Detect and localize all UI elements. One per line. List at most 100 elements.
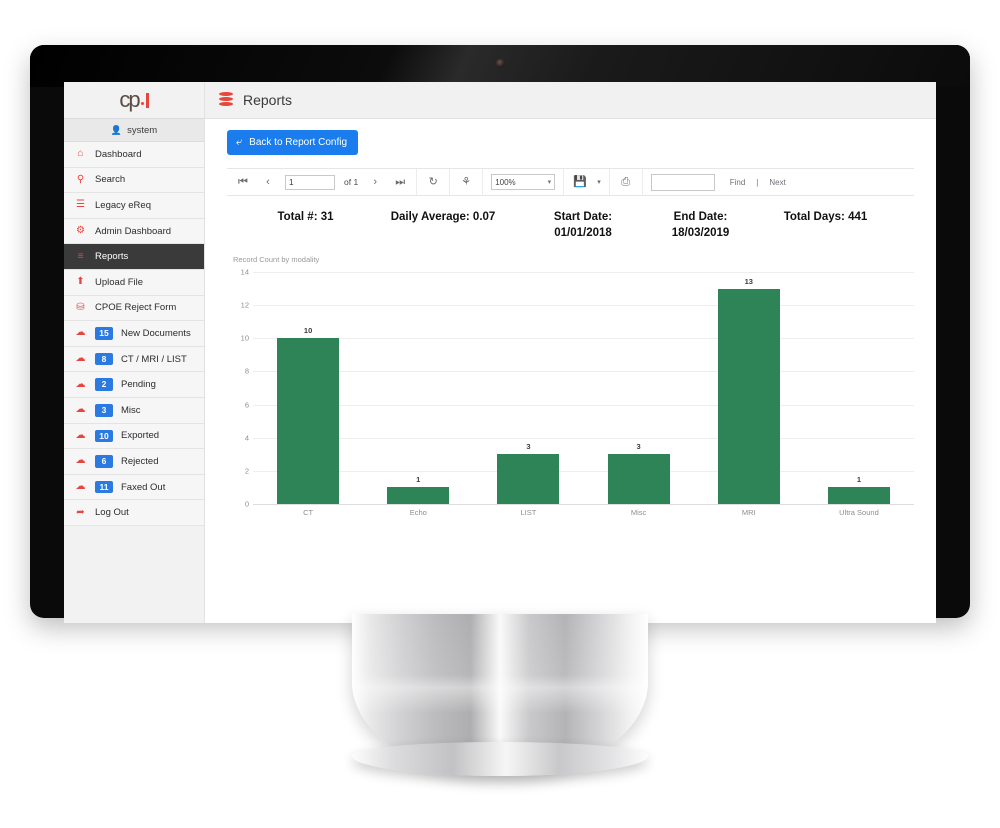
first-page-icon[interactable]: ⏮ [235, 174, 251, 190]
monitor-frame: cp 👤 system ⌂ Dashboard ⚲ Search ☰ Legacy eRe… [30, 45, 970, 623]
sidebar-item-reports[interactable]: ≡ Reports [64, 244, 204, 270]
sidebar-item-ct-mri-list[interactable]: ☁ 8 CT / MRI / LIST [64, 346, 204, 373]
scene: cp 👤 system ⌂ Dashboard ⚲ Search ☰ Legacy eRe… [0, 0, 1000, 828]
sidebar-item-dashboard[interactable]: ⌂ Dashboard [64, 142, 204, 168]
sidebar-user-label: system [127, 124, 158, 136]
find-separator: | [756, 177, 759, 187]
find-next-link[interactable]: Next [769, 178, 785, 187]
cogs-icon: ⚙ [76, 225, 85, 237]
stat-daily-average-label: Daily Average: 0.07 [390, 211, 496, 223]
sidebar-item-rejected[interactable]: ☁ 6 Rejected [64, 449, 204, 475]
chart-bar-value-label: 13 [744, 276, 753, 286]
sidebar-item-misc[interactable]: ☁ 3 Misc [64, 397, 204, 424]
chart-y-tick-label: 14 [240, 267, 249, 277]
app-logo[interactable]: cp [64, 82, 204, 118]
upload-file-icon: ⬆ [76, 276, 85, 288]
sidebar-item-pending[interactable]: ☁ 2 Pending [64, 372, 204, 398]
monitor-screen: cp 👤 system ⌂ Dashboard ⚲ Search ☰ Legacy eRe… [64, 82, 936, 623]
chart-x-tick-label: MRI [741, 508, 756, 518]
inbox-icon: ☁ [75, 455, 86, 467]
chart-x-tick-label: Echo [409, 508, 427, 518]
stat-end-date: End Date: 18/03/2019 [641, 210, 761, 241]
chart-bar[interactable] [607, 454, 670, 505]
chart-y-tick-label: 8 [244, 366, 249, 376]
chart-bars: 10 1 3 3 13 1 [253, 272, 914, 505]
chart-bar[interactable] [387, 487, 450, 505]
report-viewer-toolbar: ⏮ ‹ of 1 › ⏭ ↻ ⚘ [227, 168, 914, 196]
sidebar-item-search[interactable]: ⚲ Search [64, 167, 204, 194]
sidebar-item-exported[interactable]: ☁ 10 Exported [64, 423, 204, 450]
chart-bar[interactable] [277, 338, 340, 505]
chart-x-axis: CT Echo LIST Misc MRI Ultra Sound [253, 508, 914, 517]
sidebar-item-admin-dashboard[interactable]: ⚙ Admin Dashboard [64, 218, 204, 245]
sidebar: cp 👤 system ⌂ Dashboard ⚲ Search ☰ Legacy eRe… [64, 82, 205, 623]
back-to-report-config-button[interactable]: ⤷ Back to Report Config [227, 130, 358, 155]
stat-start-date-label: Start Date: [553, 211, 613, 223]
chart-bar-group: 3 [473, 272, 583, 505]
logo-bar-icon [145, 92, 149, 108]
prev-page-icon[interactable]: ‹ [260, 174, 276, 190]
zoom-select[interactable]: 100% ▾ [491, 174, 556, 190]
sidebar-item-faxed-out[interactable]: ☁ 11 Faxed Out [64, 474, 204, 501]
stat-total-days: Total Days: 441 [761, 210, 891, 226]
logout-icon: ➦ [76, 506, 85, 518]
user-icon: 👤 [110, 124, 123, 135]
chart-plot-area: 0 2 4 6 8 10 12 14 10 1 3 3 13 1 CT Echo LIST Misc MRI Ul… [227, 268, 914, 520]
stat-start-date: Start Date: 01/01/2018 [526, 210, 641, 241]
home-icon: ⌂ [77, 148, 84, 160]
sidebar-user-row[interactable]: 👤 system [64, 118, 204, 142]
print-icon[interactable]: ⎙ [618, 174, 634, 190]
sidebar-item-label: Pending [121, 379, 156, 391]
sidebar-item-new-documents[interactable]: ☁ 15 New Documents [64, 321, 204, 347]
sidebar-item-cpoe-reject-form[interactable]: ⛁ CPOE Reject Form [64, 295, 204, 322]
stat-total-count: Total #: 31 [251, 210, 361, 226]
page-title: Reports [243, 92, 293, 108]
next-page-icon[interactable]: › [367, 174, 383, 190]
chart-bar-group: 1 [804, 272, 914, 505]
chart-y-axis: 0 2 4 6 8 10 12 14 [227, 268, 249, 509]
chart-bar[interactable] [827, 487, 890, 505]
stat-end-date-value: 18/03/2019 [671, 226, 730, 239]
chart-x-tick-label: CT [303, 508, 314, 518]
last-page-icon[interactable]: ⏭ [392, 174, 408, 190]
record-count-bar-chart: Record Count by modality 0 2 4 6 8 10 12 14 10 1… [227, 255, 914, 540]
sidebar-nav: ⌂ Dashboard ⚲ Search ☰ Legacy eReq ⚙ Admin Dash… [64, 142, 204, 526]
page-number-input[interactable] [285, 174, 335, 190]
find-link[interactable]: Find [730, 178, 746, 187]
form-icon: ⛁ [76, 301, 85, 313]
sidebar-item-badge: 11 [95, 480, 113, 494]
chart-bar[interactable] [497, 454, 560, 505]
sidebar-item-label: CT / MRI / LIST [121, 353, 187, 365]
chart-bar-value-label: 1 [856, 475, 862, 485]
stat-end-date-label: End Date: [673, 211, 728, 223]
sidebar-item-label: CPOE Reject Form [95, 302, 177, 314]
chart-bar-group: 10 [253, 272, 363, 505]
sidebar-item-badge: 10 [95, 429, 113, 443]
pagination-group: ⏮ ‹ of 1 › ⏭ [227, 169, 418, 195]
save-disk-icon[interactable]: 💾 [572, 174, 588, 190]
logo-mark: cp [119, 87, 149, 112]
content-area: ⤷ Back to Report Config ⏮ ‹ of 1 › [205, 119, 936, 623]
main-area: Reports ⤷ Back to Report Config ⏮ ‹ 1 of… [205, 82, 936, 623]
chart-y-tick-label: 4 [244, 433, 249, 443]
logo-text: cp [119, 87, 140, 112]
back-to-parent-icon[interactable]: ⚘ [458, 174, 474, 190]
chevron-down-icon[interactable]: ▾ [597, 178, 601, 186]
chart-bar[interactable] [717, 288, 780, 505]
sidebar-item-label: Misc [121, 404, 141, 416]
refresh-icon[interactable]: ↻ [425, 174, 441, 190]
sidebar-item-legacy-ereq[interactable]: ☰ Legacy eReq [64, 193, 204, 219]
zoom-value: 100% [495, 177, 516, 187]
sidebar-item-upload-file[interactable]: ⬆ Upload File [64, 269, 204, 296]
sidebar-item-log-out[interactable]: ➦ Log Out [64, 500, 204, 526]
chart-bar-group: 3 [584, 272, 694, 505]
sidebar-item-label: Exported [121, 430, 160, 442]
sidebar-item-label: Log Out [95, 507, 129, 519]
back-to-parent-group: ⚘ [450, 169, 484, 195]
archive-icon: ☰ [76, 199, 85, 211]
find-input[interactable] [650, 173, 715, 191]
chart-y-tick-label: 6 [244, 400, 249, 410]
sidebar-item-badge: 8 [95, 352, 113, 366]
stat-total-count-label: Total #: 31 [277, 211, 334, 223]
sidebar-item-label: New Documents [121, 327, 191, 339]
